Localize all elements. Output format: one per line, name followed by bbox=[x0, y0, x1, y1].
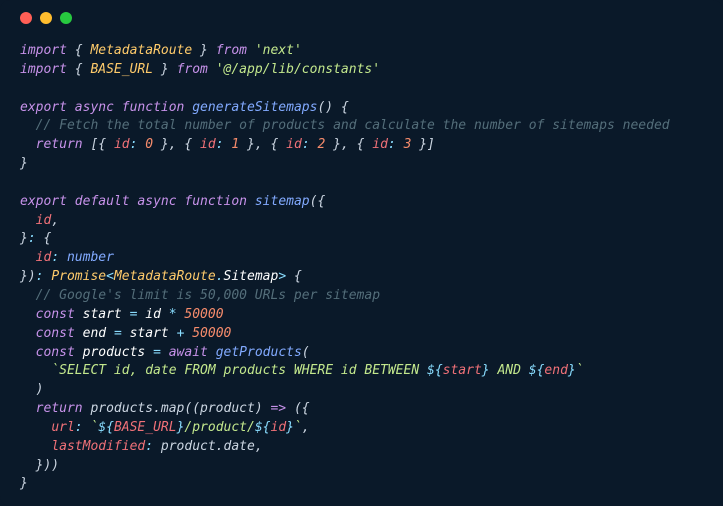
window-traffic-lights bbox=[20, 12, 703, 24]
kw-async: async bbox=[137, 194, 176, 209]
kw-import: import bbox=[20, 62, 67, 77]
module-constants: '@/app/lib/constants' bbox=[216, 62, 380, 77]
kw-default: default bbox=[75, 194, 130, 209]
close-icon[interactable] bbox=[20, 12, 32, 24]
fn-generate-sitemaps: generateSitemaps bbox=[192, 100, 317, 115]
kw-const: const bbox=[36, 307, 75, 322]
code-block: import { MetadataRoute } from 'next' imp… bbox=[20, 42, 703, 494]
maximize-icon[interactable] bbox=[60, 12, 72, 24]
const-base-url: BASE_URL bbox=[114, 420, 177, 435]
const-base-url: BASE_URL bbox=[90, 62, 153, 77]
kw-const: const bbox=[36, 345, 75, 360]
type-metadataroute: MetadataRoute bbox=[114, 269, 216, 284]
kw-import: import bbox=[20, 43, 67, 58]
kw-return: return bbox=[36, 401, 83, 416]
code-window: import { MetadataRoute } from 'next' imp… bbox=[0, 0, 723, 506]
kw-function: function bbox=[122, 100, 185, 115]
var-products: products bbox=[83, 345, 146, 360]
type-metadataroute: MetadataRoute bbox=[90, 43, 192, 58]
fn-getproducts: getProducts bbox=[216, 345, 302, 360]
comment: // Google's limit is 50,000 URLs per sit… bbox=[36, 288, 380, 303]
type-promise: Promise bbox=[51, 269, 106, 284]
kw-const: const bbox=[36, 326, 75, 341]
sql-query: SELECT id, date FROM products WHERE id B… bbox=[59, 363, 427, 378]
minimize-icon[interactable] bbox=[40, 12, 52, 24]
var-start: start bbox=[83, 307, 122, 322]
type-sitemap: Sitemap bbox=[224, 269, 279, 284]
kw-return: return bbox=[36, 137, 83, 152]
comment: // Fetch the total number of products an… bbox=[36, 118, 670, 133]
kw-function: function bbox=[184, 194, 247, 209]
kw-export: export bbox=[20, 100, 67, 115]
kw-from: from bbox=[177, 62, 208, 77]
kw-async: async bbox=[75, 100, 114, 115]
kw-export: export bbox=[20, 194, 67, 209]
fn-sitemap: sitemap bbox=[255, 194, 310, 209]
kw-await: await bbox=[169, 345, 208, 360]
module-next: 'next' bbox=[255, 43, 302, 58]
type-number: number bbox=[67, 250, 114, 265]
kw-from: from bbox=[216, 43, 247, 58]
var-end: end bbox=[83, 326, 106, 341]
